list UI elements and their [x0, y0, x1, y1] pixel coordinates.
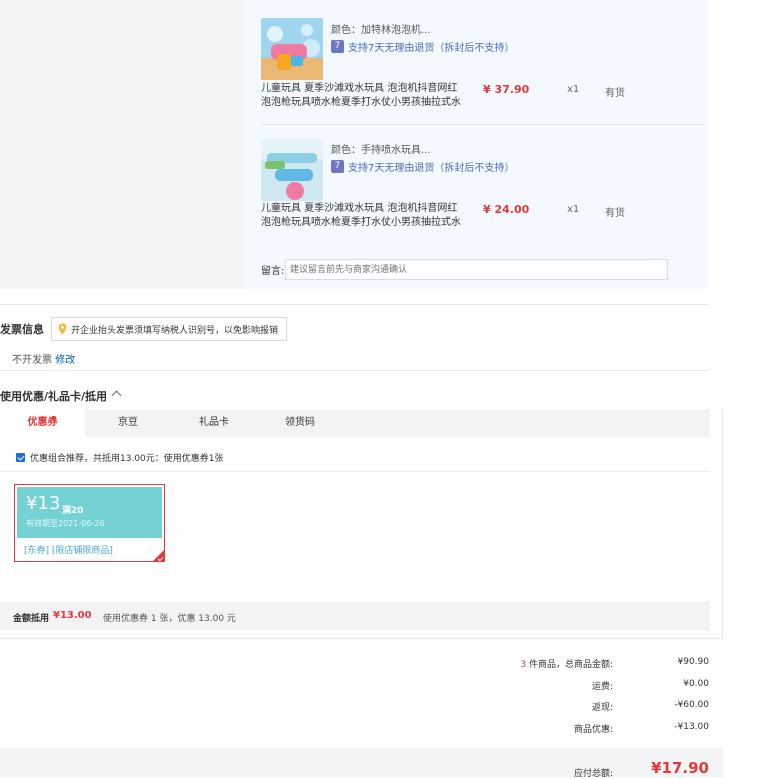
item-2-quantity: x1: [567, 204, 580, 215]
discount-label: 商品优惠:: [573, 725, 613, 735]
combo-recommendation[interactable]: 优惠组合推荐，共抵用13.00元：使用优惠券1张: [16, 451, 224, 464]
coupon-tabs: 优惠券 京豆 礼品卡 领货码: [0, 409, 710, 437]
offset-summary-bar: 金额抵用 ¥13.00 使用优惠券 1 张，优惠 13.00 元: [0, 601, 710, 631]
left-gray-panel: [0, 0, 244, 289]
item-1-title[interactable]: 儿童玩具 夏季沙滩戏水玩具 泡泡机抖音网红 泡泡枪玩具喷水枪夏季打水仗小男孩抽拉…: [261, 82, 466, 110]
product-thumbnail-2[interactable]: [261, 139, 323, 201]
item-2-title-line1: 儿童玩具 夏季沙滩戏水玩具 泡泡机抖音网红: [261, 203, 458, 214]
item-2-service[interactable]: 7 支持7天无理由退货（拆封后不支持）: [331, 159, 514, 174]
chevron-up-icon: [111, 390, 122, 401]
invoice-title: 发票信息: [0, 323, 44, 336]
invoice-tip: 开企业抬头发票须填写纳税人识别号，以免影响报销: [51, 317, 287, 341]
divider: [0, 304, 708, 305]
remark-input[interactable]: [285, 259, 668, 280]
total-value: ¥17.90: [651, 759, 709, 777]
item-1-stock: 有货: [605, 88, 625, 99]
product-thumbnail-1[interactable]: [261, 18, 323, 80]
shipping-label: 运费:: [591, 682, 613, 692]
goods-total-label: 件商品，总商品金额:: [526, 660, 613, 670]
item-2-title-line2: 泡泡枪玩具喷水枪夏季打水仗小男孩抽拉式水: [261, 217, 461, 228]
coupon-expiry: 有效期至2021-06-26: [26, 519, 105, 528]
item-2-attribute: 颜色：手持喷水玩具...: [331, 145, 431, 156]
total-bar: [0, 748, 723, 777]
item-2-title[interactable]: 儿童玩具 夏季沙滩戏水玩具 泡泡机抖音网红 泡泡枪玩具喷水枪夏季打水仗小男孩抽拉…: [261, 202, 466, 230]
cashback-value: -¥60.00: [674, 700, 709, 710]
coupon-section-header[interactable]: 使用优惠/礼品卡/抵用: [0, 388, 122, 404]
offset-amount: ¥13.00: [53, 610, 92, 621]
goods-total-value: ¥90.90: [677, 657, 710, 667]
item-1-price: ¥ 37.90: [483, 83, 530, 96]
tab-gift-card[interactable]: 礼品卡: [171, 409, 257, 437]
item-2-price: ¥ 24.00: [483, 203, 530, 216]
shipping-value: ¥0.00: [683, 679, 709, 689]
item-2-stock: 有货: [605, 208, 625, 219]
divider: [0, 638, 723, 639]
invoice-edit-link[interactable]: 修改: [55, 355, 75, 366]
item-1-quantity: x1: [567, 84, 580, 95]
tab-pickup-code[interactable]: 领货码: [257, 409, 343, 437]
cashback-label: 返现:: [591, 703, 613, 713]
tab-coupons[interactable]: 优惠券: [0, 409, 85, 437]
total-label: 应付总额:: [573, 769, 613, 779]
item-1-title-line2: 泡泡枪玩具喷水枪夏季打水仗小男孩抽拉式水: [261, 97, 461, 108]
tab-jingdou[interactable]: 京豆: [85, 409, 171, 437]
invoice-status: 不开发票 修改: [12, 351, 75, 366]
location-pin-icon: [58, 323, 67, 335]
coupon-section-title: 使用优惠/礼品卡/抵用: [0, 390, 108, 403]
offset-description: 使用优惠券 1 张，优惠 13.00 元: [103, 614, 236, 624]
discount-value: -¥13.00: [674, 722, 709, 732]
checkbox-checked-icon[interactable]: [16, 453, 25, 462]
tab-coupons-dot: [52, 416, 56, 420]
remark-label: 留言:: [261, 266, 285, 277]
divider: [0, 370, 708, 371]
item-1-attribute: 颜色：加特林泡泡机...: [331, 25, 431, 36]
coupon-tags: [东券] [限店铺限商品]: [24, 546, 113, 556]
item-1-title-line1: 儿童玩具 夏季沙滩戏水玩具 泡泡机抖音网红: [261, 83, 458, 94]
return-policy-icon: 7: [331, 40, 344, 53]
coupon-card-top: ¥13 满20 有效期至2021-06-26: [17, 487, 162, 538]
invoice-tip-text: 开企业抬头发票须填写纳税人识别号，以免影响报销: [71, 325, 279, 336]
combo-text: 优惠组合推荐，共抵用13.00元：使用优惠券1张: [30, 454, 224, 464]
coupon-card[interactable]: ¥13 满20 有效期至2021-06-26 [东券] [限店铺限商品]: [14, 484, 165, 562]
coupon-condition: 满20: [62, 506, 84, 516]
coupon-amount: ¥13: [26, 493, 61, 514]
item-2-service-text: 支持7天无理由退货（拆封后不支持）: [348, 163, 515, 174]
item-divider: [261, 124, 703, 125]
item-1-service-text: 支持7天无理由退货（拆封后不支持）: [348, 43, 515, 54]
item-1-service[interactable]: 7 支持7天无理由退货（拆封后不支持）: [331, 39, 514, 54]
return-policy-icon: 7: [331, 160, 344, 173]
divider: [0, 471, 710, 472]
divider: [722, 409, 723, 638]
goods-count-label: 3 件商品，总商品金额:: [520, 657, 613, 670]
offset-label: 金额抵用: [13, 614, 50, 624]
invoice-status-text: 不开发票: [12, 355, 52, 366]
